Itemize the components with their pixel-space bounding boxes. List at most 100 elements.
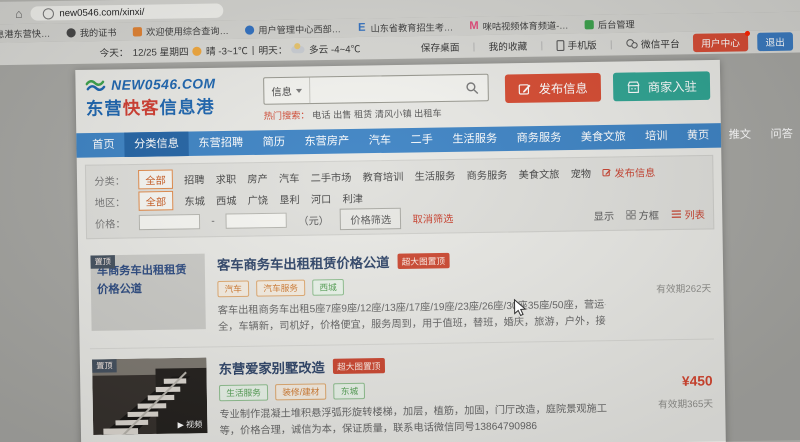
link-label: 微信平台: [641, 36, 680, 51]
search-button[interactable]: [457, 75, 488, 101]
bookmark-education[interactable]: E 山东省教育招生考…: [357, 20, 453, 35]
publish-info-button[interactable]: 发布信息: [505, 73, 601, 103]
promo-badge: 超大图置顶: [333, 358, 385, 374]
listing-tag[interactable]: 装修/建材: [275, 383, 327, 400]
category-realestate[interactable]: 房产: [247, 170, 268, 186]
merchant-join-button[interactable]: 商家入驻: [613, 71, 710, 101]
hot-search-label: 热门搜索：: [264, 110, 310, 121]
nav-yellowpages[interactable]: 黄页: [677, 123, 719, 148]
site-logo[interactable]: NEW0546.COM 东营快客信息港: [86, 75, 248, 119]
listing-meta: ¥450 有效期365天: [618, 350, 713, 434]
favorites-link[interactable]: 我的收藏: [484, 38, 531, 53]
bookmark-certificates[interactable]: 我的证书: [66, 25, 116, 39]
listing-title[interactable]: 东营爱家别墅改造: [219, 357, 325, 378]
nav-life-services[interactable]: 生活服务: [442, 126, 507, 151]
address-bar[interactable]: new0546.com/xinxi/: [31, 3, 224, 20]
nav-jobs[interactable]: 东营招聘: [188, 130, 253, 155]
category-cars[interactable]: 汽车: [279, 170, 300, 186]
logout-label: 退出: [765, 37, 785, 49]
bookmark-user-center[interactable]: 用户管理中心西部…: [245, 21, 341, 36]
category-secondhand[interactable]: 二手市场: [310, 169, 351, 185]
search-box: 信息: [263, 74, 489, 105]
area-xicheng[interactable]: 西城: [216, 192, 237, 208]
top-corner-badge: 置顶: [90, 255, 115, 269]
area-all[interactable]: 全部: [138, 191, 173, 211]
category-education[interactable]: 教育培训: [362, 168, 403, 184]
search-area: 信息 热门搜索： 电话 出售 租赁 清风小镇 出租车: [263, 74, 489, 122]
listing-description: 客车出租商务车出租5座7座9座/12座/13座/17座/19座/23座/26座/…: [218, 297, 606, 336]
site-name-part: 东营: [86, 99, 123, 119]
divider: |: [252, 44, 255, 55]
listing-thumbnail[interactable]: 置顶: [92, 358, 207, 435]
nav-posts[interactable]: 推文: [719, 123, 761, 148]
mobile-version-link[interactable]: 手机版: [552, 37, 601, 52]
tomorrow-label: 明天：: [258, 42, 287, 57]
nav-business-services[interactable]: 商务服务: [507, 125, 572, 150]
nav-secondhand[interactable]: 二手: [401, 128, 443, 153]
listing-thumbnail[interactable]: 置顶 车商务车出租租赁 价格公道: [90, 254, 205, 331]
url-text[interactable]: new0546.com/xinxi/: [59, 6, 144, 19]
nav-qa[interactable]: 问答: [761, 122, 800, 147]
tag-row: 生活服务 装修/建材 东城: [219, 379, 607, 401]
area-lijin[interactable]: 利津: [342, 190, 363, 206]
bookmark-query-system[interactable]: 欢迎使用综合查询…: [133, 23, 229, 38]
listing-tag[interactable]: 汽车服务: [256, 280, 305, 297]
category-food-travel[interactable]: 美食文旅: [518, 165, 559, 181]
price-min-input[interactable]: [139, 214, 200, 230]
separator: |: [540, 40, 543, 51]
link-label: 我的收藏: [488, 38, 527, 53]
list-icon: [671, 209, 681, 218]
hot-search-terms[interactable]: 电话 出售 租赁 清风小镇 出租车: [312, 108, 442, 120]
listing-tag[interactable]: 东城: [334, 383, 366, 400]
nav-realestate[interactable]: 东营房产: [295, 129, 360, 154]
listing-tag[interactable]: 生活服务: [219, 384, 268, 401]
publish-info-link[interactable]: 发布信息: [602, 164, 655, 180]
bookmark-admin[interactable]: 后台管理: [585, 17, 635, 31]
category-jobseek[interactable]: 求职: [216, 171, 237, 187]
photographed-screen: ⌂ new0546.com/xinxi/ 息港东营快… 我的证书 欢迎使用综合查…: [0, 0, 800, 442]
category-all[interactable]: 全部: [138, 169, 173, 189]
nav-training[interactable]: 培训: [635, 124, 677, 149]
price-max-input[interactable]: [226, 213, 287, 229]
nav-cars[interactable]: 汽车: [359, 128, 401, 153]
category-life[interactable]: 生活服务: [414, 167, 455, 183]
category-pets[interactable]: 宠物: [571, 165, 592, 181]
grid-view-toggle[interactable]: 方框: [626, 207, 659, 223]
listing-tag[interactable]: 西城: [312, 279, 344, 296]
home-icon[interactable]: ⌂: [15, 8, 23, 20]
today-label: 今天：: [99, 45, 128, 60]
nav-food-travel[interactable]: 美食文旅: [571, 124, 636, 149]
category-jobs[interactable]: 招聘: [184, 171, 205, 187]
search-input[interactable]: [310, 82, 457, 97]
price-filter-button[interactable]: 价格筛选: [340, 208, 402, 230]
list-view-toggle[interactable]: 列表: [671, 206, 705, 222]
area-guangrao[interactable]: 广饶: [248, 191, 269, 207]
video-label: ▶ 视频: [178, 419, 203, 431]
area-dongcheng[interactable]: 东城: [184, 192, 205, 208]
logout-button[interactable]: 退出: [757, 32, 793, 51]
link-label: 手机版: [567, 37, 596, 52]
site-name-cn: 东营快客信息港: [86, 92, 248, 120]
cancel-filter-link[interactable]: 取消筛选: [412, 210, 453, 226]
link-label: 保存桌面: [421, 40, 460, 55]
nav-home[interactable]: 首页: [82, 133, 124, 158]
page-background: NEW0546.COM 东营快客信息港 信息: [0, 52, 800, 442]
listing-meta: 有效期262天: [617, 246, 712, 330]
bookmark-partial[interactable]: 息港东营快…: [0, 26, 50, 40]
pencil-icon: [518, 82, 531, 95]
listing-title[interactable]: 客车商务车出租租赁价格公道: [217, 252, 390, 274]
nav-classified-info[interactable]: 分类信息: [124, 131, 189, 156]
category-business[interactable]: 商务服务: [466, 166, 507, 182]
area-hekou[interactable]: 河口: [311, 190, 332, 206]
user-center-button[interactable]: 用户中心: [693, 33, 748, 52]
bookmark-video[interactable]: M 咪咕视频体育频道-…: [469, 18, 568, 33]
nav-resume[interactable]: 简历: [253, 130, 295, 155]
bookmark-label: 欢迎使用综合查询…: [146, 23, 229, 38]
listing-tag[interactable]: 汽车: [217, 280, 249, 297]
chevron-down-icon: [296, 88, 302, 92]
area-kenli[interactable]: 垦利: [279, 191, 300, 207]
save-desktop-link[interactable]: 保存桌面: [417, 39, 464, 54]
search-category-select[interactable]: 信息: [264, 78, 310, 104]
wechat-platform-link[interactable]: 微信平台: [621, 36, 683, 51]
wechat-icon: [626, 39, 638, 49]
